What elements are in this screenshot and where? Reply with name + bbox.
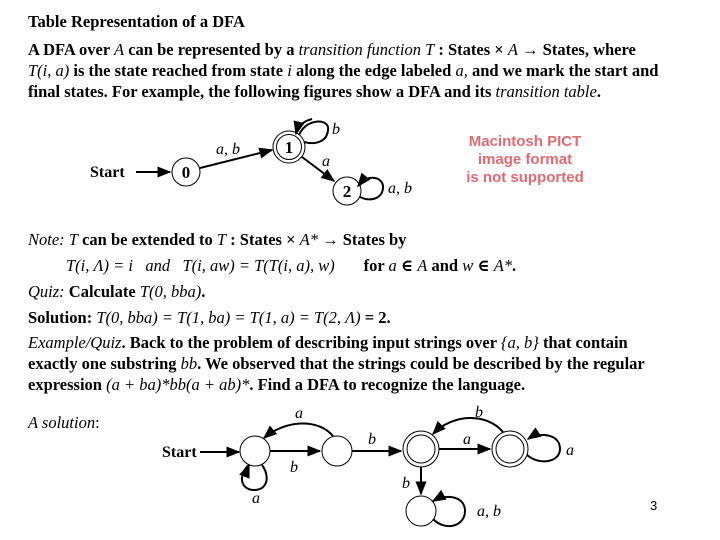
dfa2-node-4 (405, 495, 437, 527)
dfa1-loop-1-label: b (332, 121, 340, 138)
node-label: 0 (182, 163, 191, 182)
dfa2-edge-3-2-label: b (475, 404, 483, 421)
dfa2-node-0 (239, 435, 271, 467)
dfa-1: Start 0 1 2 a, b b a a, b (90, 118, 412, 206)
dfa2-node-1 (321, 435, 353, 467)
dfa2-loop-3-label: a (566, 442, 574, 459)
dfa2-edge-0-1-label: b (290, 459, 298, 476)
dfa2-edge-2-3-label: a (463, 431, 471, 448)
dfa1-node-0: 0 (171, 157, 201, 187)
dfa2-loop-4-label: a, b (477, 503, 501, 520)
dfa1-node-1: 1 (272, 130, 306, 164)
dfa2-edge-1-0-label: a (295, 405, 303, 422)
dfa1-loop-2-label: a, b (388, 180, 412, 197)
dfa2-edge-1-2-label: b (368, 431, 376, 448)
node-label: 1 (285, 138, 294, 157)
node-label: 2 (343, 182, 352, 201)
dfa1-node-2: 2 (332, 176, 362, 206)
dfa1-loop-2-arrow (357, 172, 371, 188)
dfa2-loop-3 (526, 433, 562, 463)
dfa2-loop-4 (432, 495, 467, 528)
dfa2-loop-0 (241, 464, 268, 492)
dfa2-start-label: Start (162, 444, 197, 461)
dfa2-node-2 (402, 430, 440, 468)
dfa2-node-3 (491, 430, 529, 468)
dfa1-edge-1-2-label: a (322, 153, 330, 170)
dfa1-start-label: Start (90, 164, 125, 181)
dfa2-edge-2-4-label: b (402, 475, 410, 492)
dfa1-edge-0-1-label: a, b (216, 141, 240, 158)
dfa2-loop-0-label: a (252, 490, 260, 507)
dfa-2: Start a b a b a b a b a, b (162, 404, 574, 528)
dfa-diagrams: Start 0 1 2 a, b b a a, b Start a b a b … (90, 118, 574, 528)
dfa2-edge-1-0 (262, 422, 334, 439)
